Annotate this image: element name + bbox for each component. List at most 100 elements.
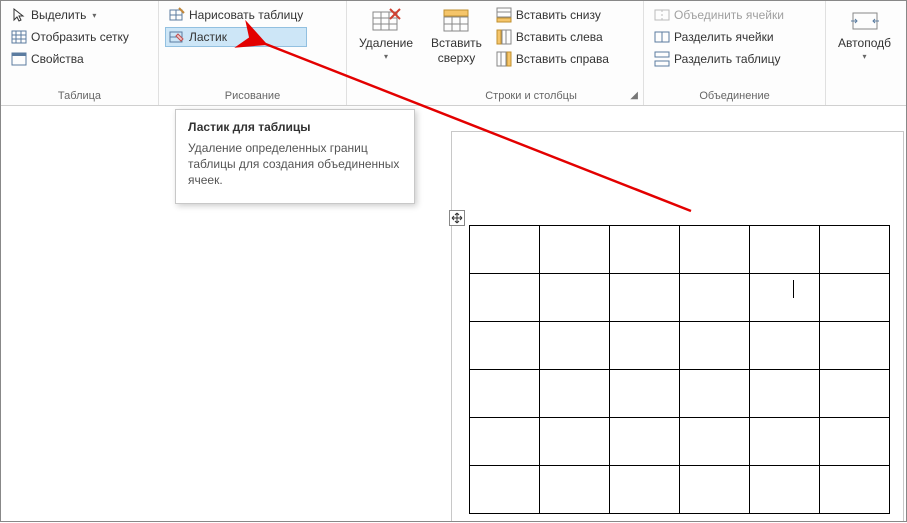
- eraser-tooltip: Ластик для таблицы Удаление определенных…: [175, 109, 415, 204]
- properties-label: Свойства: [31, 52, 84, 66]
- table-cell[interactable]: [610, 370, 680, 418]
- table-cell[interactable]: [470, 418, 540, 466]
- table-cell[interactable]: [610, 226, 680, 274]
- merge-cells-button[interactable]: Объединить ячейки: [650, 5, 788, 25]
- document-table[interactable]: [469, 225, 890, 514]
- select-button[interactable]: Выделить ▾: [7, 5, 133, 25]
- table-cell[interactable]: [820, 370, 890, 418]
- delete-label: Удаление: [359, 37, 413, 50]
- view-gridlines-label: Отобразить сетку: [31, 30, 129, 44]
- insert-right-icon: [496, 51, 512, 67]
- group-draw: Нарисовать таблицу Ластик Рисование: [159, 1, 347, 105]
- insert-below-icon: [496, 7, 512, 23]
- draw-table-label: Нарисовать таблицу: [189, 8, 303, 22]
- chevron-down-icon: ▾: [384, 52, 388, 61]
- properties-button[interactable]: Свойства: [7, 49, 133, 69]
- table-cell[interactable]: [540, 466, 610, 514]
- table-cell[interactable]: [820, 274, 890, 322]
- insert-right-label: Вставить справа: [516, 52, 609, 66]
- table-cell[interactable]: [820, 322, 890, 370]
- insert-above-label-2: сверху: [438, 52, 475, 65]
- eraser-label: Ластик: [189, 30, 227, 44]
- table-cell[interactable]: [540, 418, 610, 466]
- draw-table-icon: [169, 7, 185, 23]
- table-cell[interactable]: [540, 322, 610, 370]
- tooltip-title: Ластик для таблицы: [188, 120, 402, 134]
- table-cell[interactable]: [750, 274, 820, 322]
- autofit-icon: [849, 7, 881, 35]
- table-cell[interactable]: [750, 322, 820, 370]
- table-cell[interactable]: [470, 274, 540, 322]
- chevron-down-icon: ▾: [863, 52, 867, 61]
- insert-left-icon: [496, 29, 512, 45]
- draw-table-button[interactable]: Нарисовать таблицу: [165, 5, 307, 25]
- table-cell[interactable]: [820, 466, 890, 514]
- split-table-icon: [654, 51, 670, 67]
- cursor-icon: [11, 7, 27, 23]
- chevron-down-icon: ▾: [92, 11, 96, 20]
- group-merge-label: Объединение: [650, 86, 819, 105]
- group-rows-cols-label: Строки и столбцы: [425, 86, 637, 105]
- text-cursor: [793, 280, 794, 298]
- group-draw-label: Рисование: [165, 86, 340, 105]
- insert-right-button[interactable]: Вставить справа: [492, 49, 613, 69]
- table-cell[interactable]: [540, 226, 610, 274]
- table-cell[interactable]: [540, 370, 610, 418]
- table-cell[interactable]: [750, 418, 820, 466]
- eraser-icon: [169, 29, 185, 45]
- delete-wrap: Удаление ▾: [347, 1, 419, 105]
- grid-icon: [11, 29, 27, 45]
- delete-button[interactable]: Удаление ▾: [353, 5, 419, 63]
- table-cell[interactable]: [680, 418, 750, 466]
- ribbon: Выделить ▾ Отобразить сетку Свойства Та: [1, 1, 906, 106]
- table-cell[interactable]: [820, 418, 890, 466]
- split-table-button[interactable]: Разделить таблицу: [650, 49, 788, 69]
- table-move-handle[interactable]: [449, 210, 465, 226]
- insert-left-button[interactable]: Вставить слева: [492, 27, 613, 47]
- insert-above-icon: [440, 7, 472, 35]
- insert-left-label: Вставить слева: [516, 30, 603, 44]
- split-cells-icon: [654, 29, 670, 45]
- table-cell[interactable]: [470, 322, 540, 370]
- table-cell[interactable]: [750, 466, 820, 514]
- table-cell[interactable]: [470, 226, 540, 274]
- split-cells-button[interactable]: Разделить ячейки: [650, 27, 788, 47]
- merge-cells-label: Объединить ячейки: [674, 8, 784, 22]
- table-cell[interactable]: [680, 370, 750, 418]
- insert-below-button[interactable]: Вставить снизу: [492, 5, 613, 25]
- table-cell[interactable]: [680, 274, 750, 322]
- delete-icon: [370, 7, 402, 35]
- table-cell[interactable]: [750, 226, 820, 274]
- group-rows-cols: Вставить сверху Вставить снизу Вставить …: [419, 1, 644, 105]
- select-label: Выделить: [31, 8, 86, 22]
- split-cells-label: Разделить ячейки: [674, 30, 774, 44]
- group-autofit: Автоподб ▾: [826, 1, 903, 105]
- table-cell[interactable]: [610, 466, 680, 514]
- dialog-launcher-icon[interactable]: ◢: [628, 90, 640, 102]
- group-table-label: Таблица: [7, 86, 152, 105]
- group-merge: Объединить ячейки Разделить ячейки Разде…: [644, 1, 826, 105]
- table-cell[interactable]: [820, 226, 890, 274]
- table-cell[interactable]: [610, 274, 680, 322]
- group-table: Выделить ▾ Отобразить сетку Свойства Та: [1, 1, 159, 105]
- table-cell[interactable]: [750, 370, 820, 418]
- table-cell[interactable]: [680, 226, 750, 274]
- insert-above-button[interactable]: Вставить сверху: [425, 5, 488, 67]
- split-table-label: Разделить таблицу: [674, 52, 780, 66]
- table-cell[interactable]: [610, 418, 680, 466]
- table-cell[interactable]: [470, 370, 540, 418]
- autofit-label: Автоподб: [838, 37, 891, 50]
- table-cell[interactable]: [470, 466, 540, 514]
- insert-below-label: Вставить снизу: [516, 8, 601, 22]
- insert-above-label-1: Вставить: [431, 37, 482, 50]
- table-cell[interactable]: [610, 322, 680, 370]
- move-icon: [451, 212, 463, 224]
- view-gridlines-button[interactable]: Отобразить сетку: [7, 27, 133, 47]
- table-cell[interactable]: [540, 274, 610, 322]
- merge-cells-icon: [654, 7, 670, 23]
- autofit-button[interactable]: Автоподб ▾: [832, 5, 897, 63]
- table-cell[interactable]: [680, 466, 750, 514]
- tooltip-body: Удаление определенных границ таблицы для…: [188, 140, 402, 189]
- eraser-button[interactable]: Ластик: [165, 27, 307, 47]
- table-cell[interactable]: [680, 322, 750, 370]
